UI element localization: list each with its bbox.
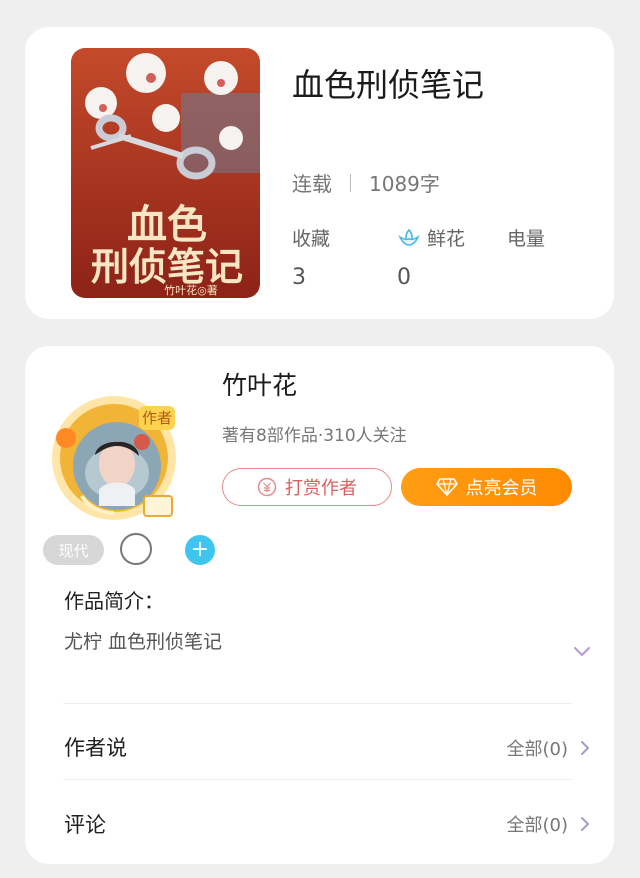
- section-divider: [63, 703, 573, 704]
- stat-flower[interactable]: 鲜花 0: [397, 224, 465, 290]
- book-title: 血色刑侦笔记: [292, 66, 485, 104]
- chevron-down-icon[interactable]: [573, 646, 591, 658]
- stat-power[interactable]: 电量: [507, 224, 545, 265]
- book-cover[interactable]: 血色 刑侦笔记 竹叶花◎著: [71, 48, 260, 298]
- author-name[interactable]: 竹叶花: [222, 366, 297, 402]
- book-status: 连载: [292, 172, 332, 196]
- svg-text:竹叶花◎著: 竹叶花◎著: [164, 283, 218, 297]
- avatar-badge: 作者: [142, 409, 172, 427]
- plus-icon: +: [190, 537, 210, 562]
- section-divider: [63, 779, 573, 780]
- light-member-label: 点亮会员: [465, 478, 538, 499]
- book-stats: 收藏 3 鲜花 0 电量: [292, 224, 592, 294]
- intro-text: 尤柠 血色刑侦笔记: [64, 631, 223, 653]
- diamond-icon: [435, 478, 458, 496]
- flower-icon: [398, 228, 420, 246]
- stat-value-collect: 3: [292, 265, 306, 290]
- stat-flower-row: 鲜花: [397, 224, 465, 251]
- svg-text:血色: 血色: [127, 201, 207, 248]
- book-info-card: 血色 刑侦笔记 竹叶花◎著 血色刑侦笔记 连载 1089字 收藏 3 鲜花 0 …: [25, 27, 614, 319]
- coin-icon: [257, 477, 277, 497]
- genre-tag[interactable]: 现代: [43, 535, 104, 565]
- light-member-button[interactable]: 点亮会员: [401, 468, 572, 506]
- stat-label-flower: 鲜花: [427, 228, 466, 250]
- reward-author-label: 打赏作者: [285, 478, 357, 499]
- section-author-say-title[interactable]: 作者说: [64, 732, 127, 762]
- stat-label-collect: 收藏: [292, 228, 331, 250]
- add-tag-button[interactable]: +: [185, 535, 215, 565]
- book-meta: 连载 1089字: [292, 168, 440, 197]
- stat-value-flower: 0: [397, 265, 411, 290]
- stat-collect[interactable]: 收藏 3: [292, 224, 330, 290]
- book-cover-art: 血色 刑侦笔记 竹叶花◎著: [71, 48, 260, 298]
- section-author-say-more[interactable]: 全部(0): [507, 735, 591, 761]
- section-author-say-count: 全部(0): [506, 739, 569, 760]
- word-count: 1089字: [369, 172, 440, 196]
- author-avatar[interactable]: 作者: [47, 388, 181, 522]
- section-comments-count: 全部(0): [506, 815, 569, 836]
- section-comments-title[interactable]: 评论: [64, 809, 106, 839]
- svg-text:刑侦笔记: 刑侦笔记: [91, 244, 243, 289]
- author-card: 作者 竹叶花 著有8部作品·310人关注 打赏作者 点亮会员 现代 + 作品简介…: [25, 346, 614, 864]
- meta-divider: [350, 173, 351, 192]
- avatar-image: 作者: [52, 396, 176, 520]
- tag-circle-icon[interactable]: [120, 533, 152, 565]
- section-comments-more[interactable]: 全部(0): [507, 811, 591, 837]
- stat-label-power: 电量: [507, 228, 546, 250]
- reward-author-button[interactable]: 打赏作者: [222, 468, 392, 506]
- chevron-right-icon: [581, 741, 589, 755]
- chevron-right-icon: [581, 817, 589, 831]
- author-meta: 著有8部作品·310人关注: [222, 426, 407, 446]
- intro-title: 作品简介：: [64, 589, 164, 613]
